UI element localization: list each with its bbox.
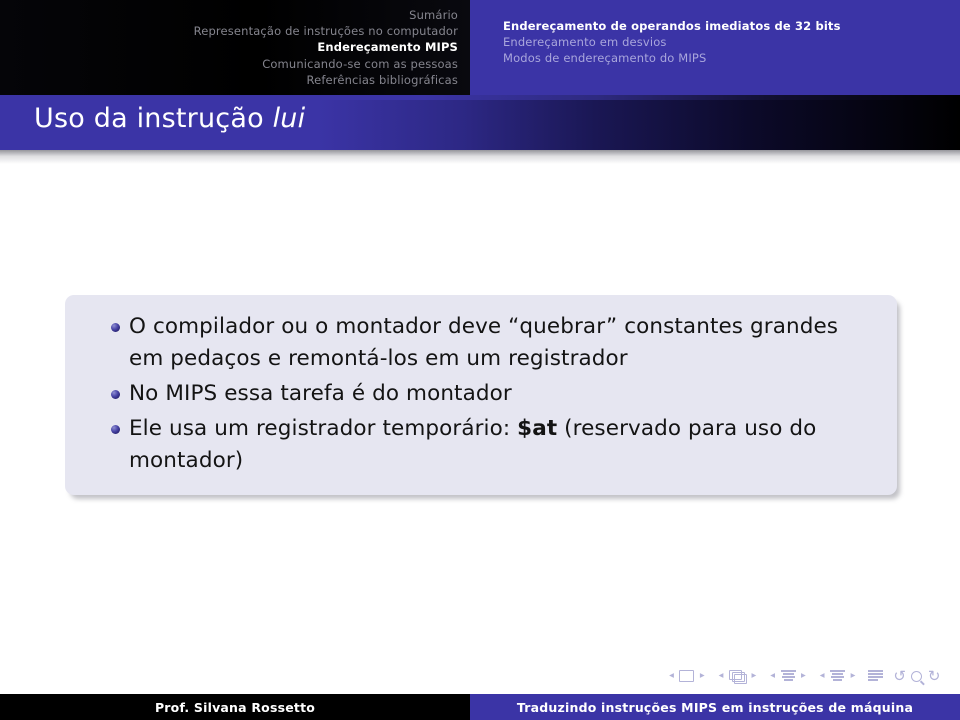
list-item: Ele usa um registrador temporário: $at (…	[85, 413, 877, 477]
slide-icon[interactable]	[679, 670, 695, 682]
previous-slide-arrow[interactable]: ◂	[669, 671, 674, 681]
beamer-navigation-symbols: ◂ ▸ ◂ ▸ ◂ ▸ ◂ ▸ ↺ ↻	[666, 666, 942, 686]
title-bar-shadow	[0, 150, 960, 164]
previous-frame-arrow[interactable]: ◂	[719, 671, 724, 681]
all-sections-icon[interactable]	[867, 670, 883, 682]
subnav-item-operandos-imediatos[interactable]: Endereçamento de operandos imediatos de …	[503, 18, 960, 34]
list-item-text: Ele usa um registrador temporário:	[129, 416, 518, 441]
forward-icon[interactable]: ↻	[928, 669, 941, 684]
slide-navigation-group: ◂ ▸	[666, 670, 709, 682]
footer-author: Prof. Silvana Rossetto	[154, 699, 316, 715]
footer-title-section: Traduzindo instruções MIPS em instruções…	[470, 694, 960, 720]
list-item-text: No MIPS essa tarefa é do montador	[129, 381, 512, 406]
next-subsection-arrow[interactable]: ▸	[801, 671, 806, 681]
footer-title: Traduzindo instruções MIPS em instruções…	[516, 699, 914, 715]
section-icon[interactable]	[830, 670, 846, 682]
next-slide-arrow[interactable]: ▸	[700, 671, 705, 681]
bullet-sphere-icon	[111, 390, 120, 399]
footer-bar: Prof. Silvana Rossetto Traduzindo instru…	[0, 694, 960, 720]
list-item: O compilador ou o montador deve “quebrar…	[85, 311, 877, 375]
frames-icon[interactable]	[728, 669, 748, 684]
subsection-icon[interactable]	[780, 670, 796, 682]
footer-author-section: Prof. Silvana Rossetto	[0, 694, 470, 720]
frame-title-prefix: Uso da instrução	[34, 103, 273, 134]
subsection-navigation-right: Endereçamento de operandos imediatos de …	[470, 0, 960, 95]
header-navigation-bar: Sumário Representação de instruções no c…	[0, 0, 960, 95]
nav-item-comunicando[interactable]: Comunicando-se com as pessoas	[262, 56, 458, 72]
section-navigation-left: Sumário Representação de instruções no c…	[0, 0, 470, 95]
subsection-navigation-group: ◂ ▸	[767, 670, 810, 682]
subnav-item-desvios[interactable]: Endereçamento em desvios	[503, 34, 960, 50]
previous-subsection-arrow[interactable]: ◂	[770, 671, 775, 681]
bullet-sphere-icon	[111, 425, 120, 434]
back-icon[interactable]: ↺	[893, 669, 906, 684]
frame-title-emphasis: lui	[272, 103, 306, 134]
frame-title: Uso da instrução lui	[34, 103, 305, 134]
section-navigation-group: ◂ ▸	[816, 670, 859, 682]
list-item-text: O compilador ou o montador deve “quebrar…	[129, 314, 839, 371]
content-block: O compilador ou o montador deve “quebrar…	[65, 295, 897, 495]
subnav-item-modos-enderecamento[interactable]: Modos de endereçamento do MIPS	[503, 50, 960, 66]
history-navigation-group: ↺ ↻	[892, 669, 942, 684]
frame-navigation-group: ◂ ▸	[715, 669, 760, 684]
search-icon[interactable]	[911, 670, 923, 682]
list-item: No MIPS essa tarefa é do montador	[85, 378, 877, 410]
nav-item-representacao[interactable]: Representação de instruções no computado…	[194, 23, 458, 39]
nav-item-referencias[interactable]: Referências bibliográficas	[306, 72, 458, 88]
register-at-token: $at	[517, 416, 558, 441]
next-frame-arrow[interactable]: ▸	[751, 671, 756, 681]
nav-item-enderecamento-mips[interactable]: Endereçamento MIPS	[317, 39, 458, 55]
next-section-arrow[interactable]: ▸	[851, 671, 856, 681]
nav-item-sumario[interactable]: Sumário	[409, 7, 458, 23]
bullet-list: O compilador ou o montador deve “quebrar…	[85, 311, 877, 477]
bullet-sphere-icon	[111, 323, 120, 332]
previous-section-arrow[interactable]: ◂	[820, 671, 825, 681]
